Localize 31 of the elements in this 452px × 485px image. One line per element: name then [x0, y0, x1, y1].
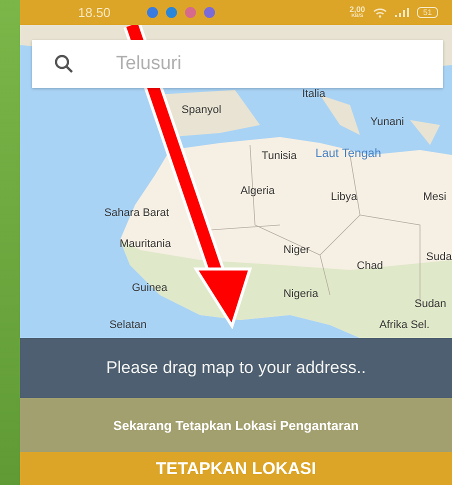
- app-icon: [146, 7, 158, 18]
- map-label: Mauritania: [120, 238, 171, 250]
- map-label: Suda: [426, 250, 452, 263]
- map-label: Selatan: [109, 319, 147, 332]
- search-icon: [54, 54, 74, 74]
- wifi-icon: [373, 8, 388, 18]
- map-label: Yunani: [370, 116, 404, 128]
- map-label: Nigeria: [283, 288, 318, 300]
- map-label: Afrika Sel.: [379, 319, 430, 332]
- map[interactable]: Italia Spanyol Yunani Tunisia Laut Tengah Algeria Libya Mesi Sahara Barat Mauritania Niger Chad Suda Guinea Nigeria Sudan Selatan Afrika Sel. Telusuri: [20, 25, 452, 338]
- signal-icon: [395, 8, 410, 17]
- map-label: Mesi: [423, 191, 446, 204]
- map-label: Italia: [302, 88, 326, 100]
- map-label: Libya: [330, 191, 358, 204]
- battery-indicator: 51: [417, 7, 438, 18]
- search-field[interactable]: Telusuri: [32, 40, 443, 88]
- map-label: Chad: [356, 260, 384, 272]
- map-label: Guinea: [132, 282, 168, 294]
- status-time: 18.50: [78, 5, 111, 20]
- map-label: Laut Tengah: [315, 146, 382, 160]
- map-label: Spanyol: [182, 104, 222, 116]
- map-label: Niger: [283, 244, 310, 256]
- map-label: Algeria: [240, 184, 275, 197]
- map-label: Sahara Barat: [104, 206, 170, 219]
- hint-text: Please drag map to your address..: [20, 338, 452, 398]
- map-label: Sudan: [414, 298, 446, 310]
- app-icon: [166, 7, 177, 18]
- app-icon: [184, 7, 196, 18]
- map-label: Tunisia: [262, 150, 297, 162]
- app-icon: [204, 7, 215, 18]
- instruction-text: Sekarang Tetapkan Lokasi Pengantaran: [20, 398, 452, 452]
